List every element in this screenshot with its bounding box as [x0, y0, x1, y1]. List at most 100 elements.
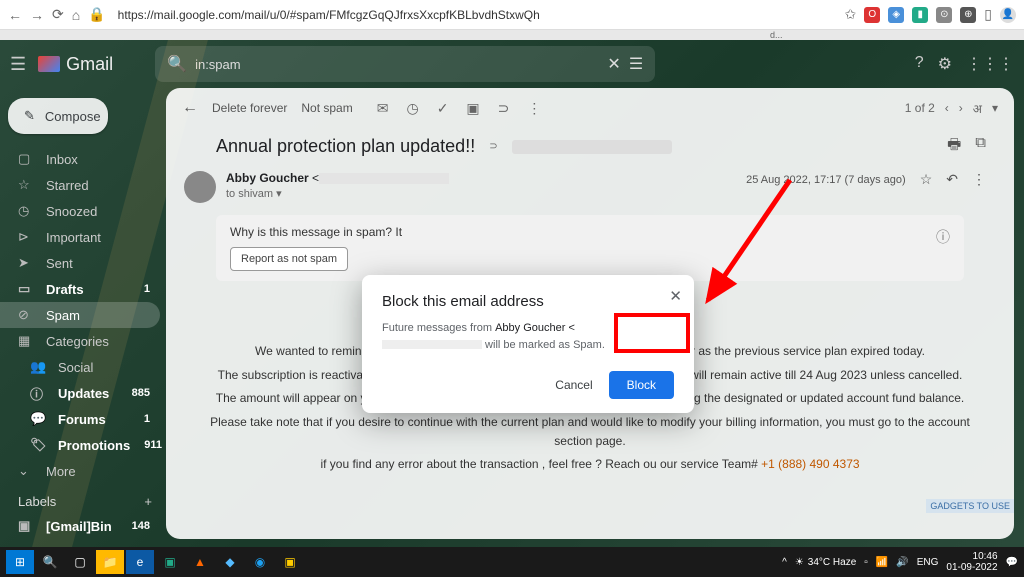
profile-avatar[interactable]: 👤	[1000, 7, 1016, 23]
snooze-icon[interactable]: ◷	[406, 100, 418, 117]
report-not-spam-button[interactable]: Report as not spam	[230, 247, 348, 271]
email-more-icon[interactable]: ⋮	[972, 171, 986, 188]
add-label-icon[interactable]: +	[144, 494, 152, 509]
sidebar-item-categories[interactable]: ▦Categories	[0, 328, 160, 354]
to-line: to shivam	[226, 188, 273, 200]
mail-icon[interactable]: ✉	[377, 100, 389, 117]
next-icon[interactable]: ›	[959, 101, 963, 115]
help-icon[interactable]: ?	[915, 54, 924, 74]
sidebar-item-drafts[interactable]: ▭Drafts1	[0, 276, 160, 302]
delete-forever-button[interactable]: Delete forever	[212, 101, 287, 115]
lang-indicator[interactable]: ENG	[917, 557, 939, 568]
info-icon[interactable]: ⓘ	[936, 227, 950, 247]
sender-name: Abby Goucher	[226, 171, 309, 185]
sidebar-item-more[interactable]: ⌄More	[0, 458, 160, 484]
move-icon[interactable]: ▣	[466, 100, 479, 117]
tray-icon-1[interactable]: ▫	[864, 557, 868, 568]
apps-icon[interactable]: ⋮⋮⋮	[966, 54, 1014, 74]
print-icon[interactable]: 🖶	[947, 134, 961, 159]
open-new-icon[interactable]: ⧉	[975, 134, 986, 159]
ext-icon-3[interactable]: ▮	[912, 7, 928, 23]
taskview-icon[interactable]: ▢	[66, 550, 94, 574]
hamburger-icon[interactable]: ☰	[10, 54, 26, 75]
toolbar: ← Delete forever Not spam ✉ ◷ ✓ ▣ ⊃ ⋮ 1 …	[166, 88, 1014, 128]
input-lang-chevron[interactable]: ▾	[992, 101, 998, 115]
dialog-title: Block this email address	[382, 293, 674, 310]
search-taskbar-icon[interactable]: 🔍	[36, 550, 64, 574]
search-box[interactable]: 🔍 ✕ ☰	[155, 46, 655, 82]
phone-number[interactable]: +1 (888) 490 4373	[761, 457, 859, 471]
chevron-down-icon: ⌄	[18, 463, 32, 479]
explorer-icon[interactable]: 📁	[96, 550, 124, 574]
notifications-icon[interactable]: 💬	[1006, 557, 1018, 568]
sidebar-item-important[interactable]: ⊳Important	[0, 224, 160, 250]
not-spam-button[interactable]: Not spam	[301, 101, 352, 115]
sidebar-item-promotions[interactable]: 🏷Promotions911	[0, 432, 160, 458]
weather-widget[interactable]: ☀ 34°C Haze	[795, 557, 856, 568]
lock-icon: 🔒	[88, 6, 105, 23]
sidebar-item-spam[interactable]: ⊘Spam	[0, 302, 160, 328]
app-icon-1[interactable]: ▣	[156, 550, 184, 574]
spam-icon: ⊘	[18, 307, 32, 323]
star-email-icon[interactable]: ☆	[920, 171, 933, 188]
back-icon[interactable]: ←	[8, 7, 22, 23]
vlc-icon[interactable]: ▲	[186, 550, 214, 574]
watermark: GADGETS TO USE	[926, 499, 1014, 513]
show-details-icon[interactable]: ▾	[276, 187, 282, 200]
url-bar[interactable]: https://mail.google.com/mail/u/0/#spam/F…	[114, 8, 837, 22]
label-apply-icon[interactable]: ⊃	[498, 100, 510, 117]
app-icon-3[interactable]: ◉	[246, 550, 274, 574]
ext-icon-5[interactable]: ⊕	[960, 7, 976, 23]
app-icon-4[interactable]: ▣	[276, 550, 304, 574]
collections-icon[interactable]: ▯	[984, 6, 992, 23]
prev-icon[interactable]: ‹	[945, 101, 949, 115]
home-icon[interactable]: ⌂	[72, 7, 80, 23]
more-actions-icon[interactable]: ⋮	[527, 100, 541, 117]
sidebar-item-sent[interactable]: ➤Sent	[0, 250, 160, 276]
start-button[interactable]: ⊞	[6, 550, 34, 574]
label-icon: ▣	[18, 518, 32, 534]
wifi-icon[interactable]: 📶	[876, 557, 888, 568]
pencil-icon: ✎	[24, 108, 35, 124]
volume-icon[interactable]: 🔊	[896, 557, 908, 568]
favorite-icon[interactable]: ✩	[845, 6, 857, 23]
settings-icon[interactable]: ⚙	[938, 54, 952, 74]
inbox-icon: ▢	[18, 151, 32, 167]
block-button[interactable]: Block	[609, 371, 674, 399]
sidebar-item-forums[interactable]: 💬Forums1	[0, 406, 160, 432]
block-dialog: ✕ Block this email address Future messag…	[362, 275, 694, 413]
spam-chip[interactable]	[512, 140, 672, 154]
sidebar-item-starred[interactable]: ☆Starred	[0, 172, 160, 198]
back-to-list-icon[interactable]: ←	[182, 99, 198, 117]
inbox-chip[interactable]: ⊃	[485, 139, 501, 155]
clock-icon: ◷	[18, 203, 32, 219]
task-icon[interactable]: ✓	[437, 100, 449, 117]
sidebar-item-updates[interactable]: ⓘUpdates885	[0, 380, 160, 406]
reply-icon[interactable]: ↶	[946, 171, 958, 188]
sidebar-label-bin[interactable]: ▣[Gmail]Bin148	[0, 513, 160, 539]
compose-button[interactable]: ✎ Compose	[8, 98, 108, 134]
gmail-logo[interactable]: Gmail	[38, 54, 113, 75]
ext-icon-1[interactable]: O	[864, 7, 880, 23]
clear-search-icon[interactable]: ✕	[607, 54, 620, 74]
pager-text: 1 of 2	[905, 101, 935, 115]
tray-chevron-icon[interactable]: ^	[782, 557, 787, 568]
edge-icon[interactable]: e	[126, 550, 154, 574]
spam-why-text: Why is this message in spam? It	[230, 225, 950, 239]
clock[interactable]: 10:46 01-09-2022	[946, 551, 997, 573]
sidebar-label-imap-drafts[interactable]: ▣[Imap]/Drafts	[0, 539, 160, 547]
ext-icon-2[interactable]: ◈	[888, 7, 904, 23]
search-input[interactable]	[195, 57, 599, 72]
tune-icon[interactable]: ☰	[629, 54, 643, 74]
reload-icon[interactable]: ⟳	[52, 6, 64, 23]
sidebar-item-social[interactable]: 👥Social	[0, 354, 160, 380]
cancel-button[interactable]: Cancel	[547, 372, 600, 398]
ext-icon-4[interactable]: ⊙	[936, 7, 952, 23]
input-lang[interactable]: अ	[973, 100, 982, 117]
star-icon: ☆	[18, 177, 32, 193]
forward-icon[interactable]: →	[30, 7, 44, 23]
app-icon-2[interactable]: ◆	[216, 550, 244, 574]
close-icon[interactable]: ✕	[669, 287, 682, 305]
sidebar-item-inbox[interactable]: ▢Inbox	[0, 146, 160, 172]
sidebar-item-snoozed[interactable]: ◷Snoozed	[0, 198, 160, 224]
